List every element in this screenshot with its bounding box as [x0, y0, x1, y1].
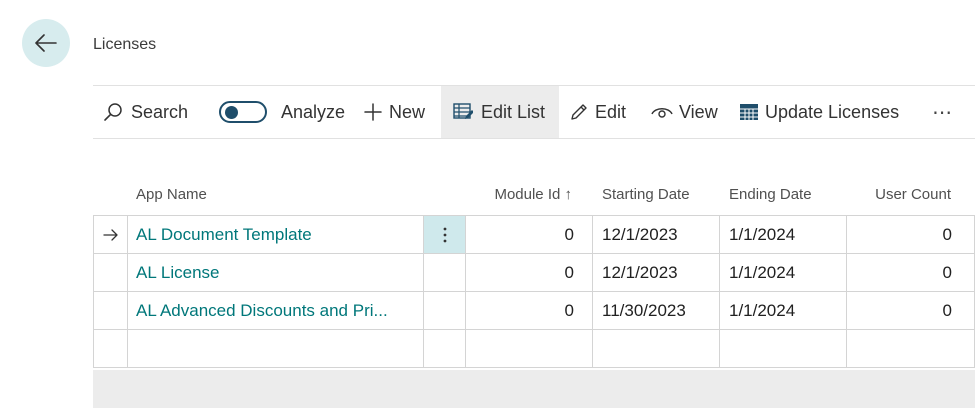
table-icon: [740, 104, 758, 120]
column-header-ending-date[interactable]: Ending Date: [720, 186, 847, 203]
starting-date-cell[interactable]: 12/1/2023: [593, 216, 720, 253]
arrow-left-icon: [35, 34, 57, 52]
table-row[interactable]: AL Advanced Discounts and Pri... 0 11/30…: [93, 291, 975, 329]
search-icon: [104, 103, 122, 121]
edit-label: Edit: [595, 101, 627, 122]
app-name-link[interactable]: AL License: [136, 263, 219, 283]
analyze-toggle[interactable]: Analyze: [201, 86, 361, 138]
edit-list-label: Edit List: [481, 101, 546, 122]
update-licenses-label: Update Licenses: [765, 101, 900, 122]
edit-list-button[interactable]: Edit List: [441, 86, 559, 138]
module-id-cell[interactable]: 0: [466, 216, 593, 253]
grid-footer-area: [93, 370, 975, 408]
more-vertical-icon: [443, 227, 446, 242]
back-button[interactable]: [22, 19, 70, 67]
plus-icon: [364, 103, 382, 121]
ending-date-cell[interactable]: 1/1/2024: [720, 254, 847, 291]
edit-list-icon: [453, 103, 473, 119]
search-label: Search: [131, 101, 189, 122]
update-licenses-button[interactable]: Update Licenses: [735, 86, 923, 138]
user-count-cell[interactable]: 0: [847, 254, 975, 291]
ending-date-cell[interactable]: 1/1/2024: [720, 216, 847, 253]
column-header-app-name[interactable]: App Name: [128, 186, 424, 203]
page-title: Licenses: [93, 36, 157, 53]
search-button[interactable]: Search: [93, 86, 201, 138]
toggle-switch[interactable]: [219, 101, 267, 123]
starting-date-cell[interactable]: 11/30/2023: [593, 292, 720, 329]
column-header-starting-date[interactable]: Starting Date: [593, 186, 720, 203]
view-button[interactable]: View: [645, 86, 735, 138]
app-name-link[interactable]: AL Document Template: [136, 225, 312, 245]
eye-icon: [651, 108, 673, 118]
ending-date-cell[interactable]: 1/1/2024: [720, 292, 847, 329]
module-id-cell[interactable]: 0: [466, 254, 593, 291]
new-label: New: [389, 101, 426, 122]
new-row[interactable]: [93, 329, 975, 368]
user-count-cell[interactable]: 0: [847, 216, 975, 253]
module-id-cell[interactable]: 0: [466, 292, 593, 329]
app-name-link[interactable]: AL Advanced Discounts and Pri...: [136, 301, 388, 321]
edit-button[interactable]: Edit: [559, 86, 645, 138]
column-header-module-id[interactable]: Module Id ↑: [466, 186, 593, 203]
column-header-user-count[interactable]: User Count: [847, 186, 975, 203]
analyze-label: Analyze: [281, 101, 346, 122]
table-row[interactable]: AL License 0 12/1/2023 1/1/2024 0: [93, 253, 975, 291]
row-menu-button[interactable]: [424, 216, 466, 253]
starting-date-cell[interactable]: 12/1/2023: [593, 254, 720, 291]
table-row[interactable]: AL Document Template 0 12/1/2023 1/1/202…: [93, 215, 975, 253]
user-count-cell[interactable]: 0: [847, 292, 975, 329]
arrow-right-icon: [93, 216, 128, 253]
licenses-grid: App Name Module Id ↑ Starting Date Endin…: [93, 173, 975, 368]
more-options-button[interactable]: ⋯: [923, 86, 963, 138]
new-button[interactable]: New: [361, 86, 441, 138]
view-label: View: [679, 101, 718, 122]
grid-header: App Name Module Id ↑ Starting Date Endin…: [93, 173, 975, 215]
pencil-icon: [571, 104, 587, 120]
action-bar: Search Analyze New Edit List Edit View U…: [93, 85, 975, 139]
